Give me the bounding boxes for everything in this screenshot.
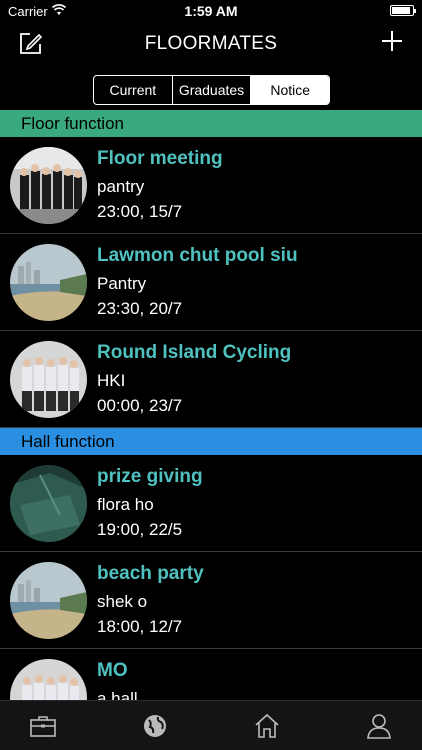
battery-icon [390,5,416,16]
event-place: shek o [97,592,148,611]
event-name: prize giving [97,466,203,487]
event-time: 18:00, 12/7 [97,617,183,636]
add-icon[interactable] [380,29,404,53]
status-bar: Carrier 1:59 AM [0,0,422,22]
group-photo-avatar [10,147,87,224]
navigation-bar: FLOORMATES [0,22,422,66]
event-time: 00:00, 23/7 [97,396,183,415]
green-photo-avatar [10,465,87,542]
event-name: Floor meeting [97,148,223,169]
event-place: HKI [97,371,126,390]
event-name: beach party [97,563,204,584]
group-photo-avatar [10,341,87,418]
event-name: Round Island Cycling [97,342,292,363]
segment-graduates[interactable]: Graduates [173,76,252,104]
section-header-floor-function: Floor function [0,110,422,137]
segment-notice[interactable]: Notice [251,76,329,104]
status-time: 1:59 AM [184,3,238,19]
list-item[interactable]: beach party shek o 18:00, 12/7 [0,552,422,649]
briefcase-icon[interactable] [28,711,58,741]
list-item[interactable]: MO a hall [0,649,422,700]
segmented-control: Current Graduates Notice [93,75,330,105]
beach-photo-avatar [10,562,87,639]
event-name: MO [97,660,128,681]
section-header-hall-function: Hall function [0,428,422,455]
list-item[interactable]: Round Island Cycling HKI 00:00, 23/7 [0,331,422,428]
list-item[interactable]: Floor meeting pantry 23:00, 15/7 [0,137,422,234]
event-place: a hall [97,689,138,700]
event-name: Lawmon chut pool siu [97,245,298,266]
segment-current[interactable]: Current [94,76,173,104]
group-photo-avatar [10,659,87,700]
tab-bar [0,700,422,750]
event-place: Pantry [97,274,147,293]
event-time: 19:00, 22/5 [97,520,183,539]
event-time: 23:00, 15/7 [97,202,183,221]
home-icon[interactable] [252,711,282,741]
list-item[interactable]: Lawmon chut pool siu Pantry 23:30, 20/7 [0,234,422,331]
event-place: pantry [97,177,145,196]
beach-photo-avatar [10,244,87,321]
globe-icon[interactable] [140,711,170,741]
event-list[interactable]: Floor function Floor meeting pantry 23:0… [0,110,422,700]
list-item[interactable]: prize giving flora ho 19:00, 22/5 [0,455,422,552]
page-title: FLOORMATES [144,33,278,54]
person-icon[interactable] [364,711,394,741]
event-time: 23:30, 20/7 [97,299,183,318]
event-place: flora ho [97,495,154,514]
